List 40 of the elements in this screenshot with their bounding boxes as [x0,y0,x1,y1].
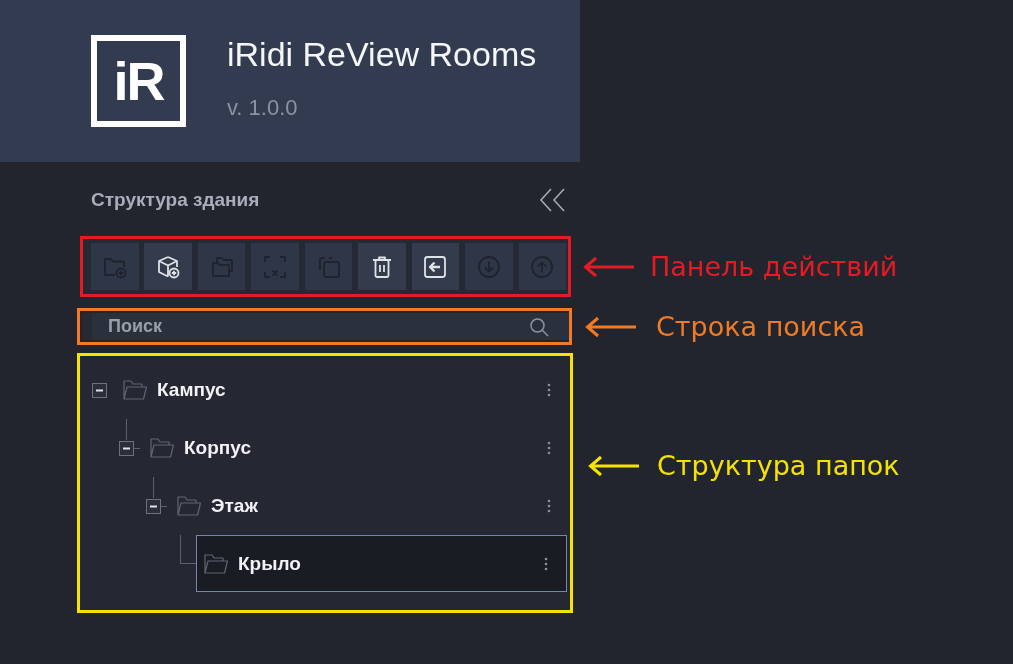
panel-title: Структура здания [91,189,260,211]
toolbar-button[interactable] [358,243,406,290]
left-arrow-icon [582,255,634,278]
minus-box-icon[interactable] [119,440,134,456]
connector-line [134,448,140,449]
minus-box-icon[interactable] [146,498,161,514]
more-vertical-icon[interactable] [547,499,551,513]
folder-icon [203,552,229,575]
callout-label: Панель действий [650,251,898,282]
tree-item[interactable]: Корпус [142,419,567,477]
arrow-up-circle-icon [529,253,556,280]
folder-icon [122,379,148,401]
left-arrow-icon [587,454,639,477]
search-icon[interactable] [529,317,549,337]
double-chevron-left-icon[interactable] [538,187,566,213]
callout-label: Строка поиска [656,311,866,342]
more-vertical-icon[interactable] [547,383,551,397]
app-title: iRidi ReView Rooms [227,35,537,73]
folder-icon [149,437,175,459]
more-vertical-icon[interactable] [544,556,548,571]
toolbar-button[interactable] [411,243,460,290]
arrow-left-box-icon [422,253,449,280]
version-label: v. 1.0.0 [227,95,298,121]
app-logo: iR [91,35,186,127]
connector-line [126,419,127,440]
arrow-down-circle-icon [475,253,502,280]
cube-plus-icon [155,253,182,280]
callout-label: Структура папок [657,450,900,481]
tree-item[interactable]: Этаж [169,477,567,535]
search-field[interactable]: Поиск [83,313,569,340]
toolbar-button[interactable] [144,243,192,290]
frame-corners-icon [262,253,289,280]
folder-icon [176,495,202,517]
connector-line [153,477,154,498]
connector-line [161,506,167,507]
tree-item[interactable]: Кампус [115,361,567,419]
minus-box-icon[interactable] [92,382,107,398]
tree-item[interactable]: Крыло [196,535,567,592]
more-vertical-icon[interactable] [547,441,551,455]
left-arrow-icon [584,315,636,338]
